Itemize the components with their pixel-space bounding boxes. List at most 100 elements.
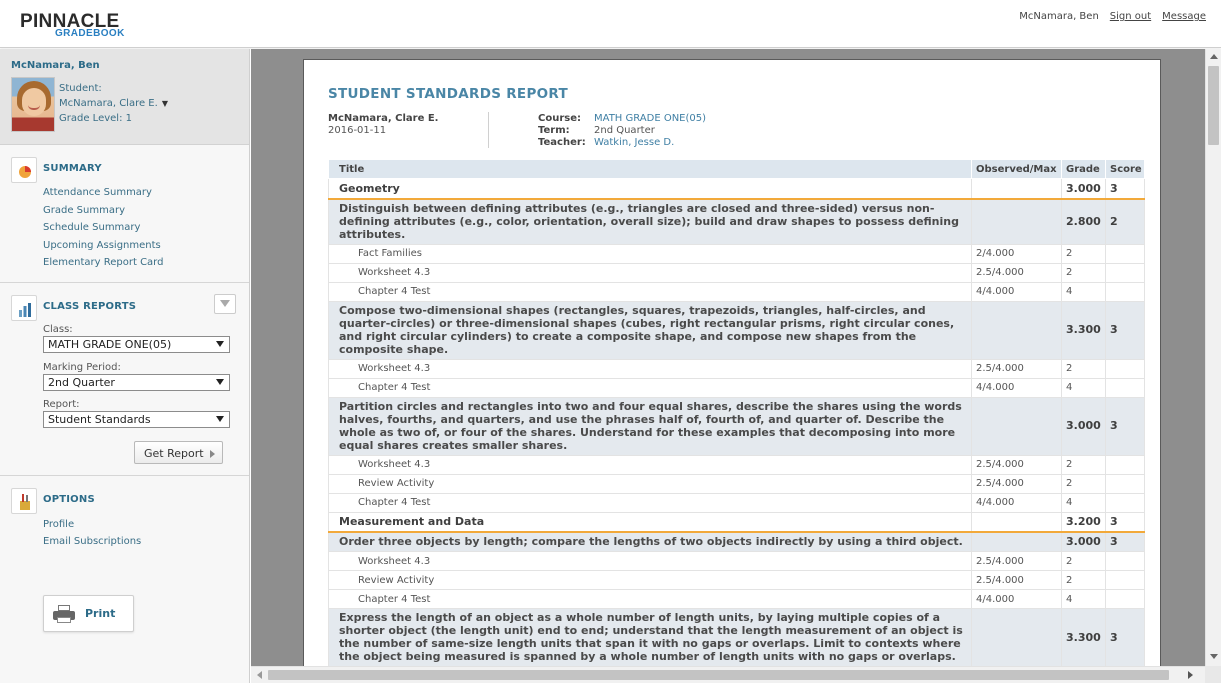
row-grade: 2 (1061, 262, 1106, 283)
vertical-scrollbar[interactable] (1205, 49, 1221, 666)
horizontal-scrollbar[interactable] (251, 666, 1205, 683)
summary-section: SUMMARY Attendance Summary Grade Summary… (0, 145, 249, 283)
class-label: Class: (43, 324, 73, 335)
get-report-button[interactable]: Get Report (134, 441, 223, 464)
standard-row: Partition circles and rectangles into tw… (328, 396, 1145, 456)
caret-down-icon (216, 341, 224, 347)
profile-link[interactable]: Profile (43, 519, 74, 530)
scroll-up-arrow-icon[interactable] (1210, 54, 1218, 59)
bar-chart-icon (11, 295, 37, 321)
row-title: Chapter 4 Test (328, 589, 972, 609)
row-title: Geometry (328, 178, 972, 200)
header-divider (488, 112, 489, 148)
row-score (1105, 492, 1145, 513)
row-observed: 2.5/4.000 (971, 454, 1062, 475)
scroll-down-arrow-icon[interactable] (1210, 654, 1218, 659)
class-select-value: MATH GRADE ONE(05) (48, 338, 172, 351)
student-avatar (11, 77, 55, 132)
row-title: Compose two-dimensional shapes (rectangl… (328, 300, 972, 360)
row-title: Worksheet 4.3 (328, 551, 972, 571)
row-observed (971, 300, 1062, 360)
column-header-score: Score (1105, 159, 1145, 179)
standard-row: Express the length of an object as a who… (328, 608, 1145, 666)
row-title: Review Activity (328, 570, 972, 590)
table-header-row: Title Observed/Max Grade Score (328, 159, 1145, 179)
logo-sub-text: GRADEBOOK (55, 28, 125, 39)
pinnacle-logo[interactable]: PINNACLE GRADEBOOK (20, 11, 130, 41)
row-observed (971, 396, 1062, 456)
class-select[interactable]: MATH GRADE ONE(05) (43, 336, 230, 353)
sign-out-link[interactable]: Sign out (1110, 11, 1151, 22)
row-observed (971, 531, 1062, 552)
summary-title: SUMMARY (43, 163, 102, 174)
standard-row: Compose two-dimensional shapes (rectangl… (328, 300, 1145, 360)
row-observed: 2.5/4.000 (971, 551, 1062, 571)
row-observed (971, 178, 1062, 200)
row-observed (971, 608, 1062, 666)
column-header-observed: Observed/Max (971, 159, 1062, 179)
assignment-row: Worksheet 4.3 2.5/4.000 2 (328, 358, 1145, 379)
header-user-name: McNamara, Ben (1019, 11, 1099, 22)
student-selector[interactable]: McNamara, Clare E. ▼ (59, 98, 168, 109)
collapse-toggle-button[interactable] (214, 294, 236, 314)
row-score (1105, 262, 1145, 283)
standards-table-body: Geometry 3.000 3 Distinguish between defini… (328, 178, 1145, 666)
caret-down-icon (216, 379, 224, 385)
pencil-cup-icon (11, 488, 37, 514)
report-select[interactable]: Student Standards (43, 411, 230, 428)
row-grade: 3.300 (1061, 300, 1106, 360)
pie-chart-icon (11, 157, 37, 183)
horizontal-scroll-thumb[interactable] (268, 670, 1169, 680)
row-grade: 2 (1061, 473, 1106, 494)
print-label: Print (85, 607, 116, 620)
standard-row: Order three objects by length; compare t… (328, 531, 1145, 552)
row-observed: 4/4.000 (971, 589, 1062, 609)
course-label: Course: (538, 113, 581, 124)
caret-down-icon (216, 416, 224, 422)
row-observed: 4/4.000 (971, 492, 1062, 513)
attendance-summary-link[interactable]: Attendance Summary (43, 187, 152, 198)
teacher-value[interactable]: Watkin, Jesse D. (594, 137, 674, 148)
class-reports-title: CLASS REPORTS (43, 301, 137, 312)
row-observed: 2.5/4.000 (971, 262, 1062, 283)
row-title: Partition circles and rectangles into tw… (328, 396, 972, 456)
report-student-name: McNamara, Clare E. (328, 113, 439, 124)
category-row: Measurement and Data 3.200 3 (328, 511, 1145, 533)
sidebar-user-name: McNamara, Ben (11, 60, 100, 71)
row-observed (971, 511, 1062, 533)
grade-level: Grade Level: 1 (59, 113, 132, 124)
sidebar: McNamara, Ben Student: McNamara, Clare E… (0, 49, 250, 683)
row-grade: 2 (1061, 454, 1106, 475)
row-observed: 4/4.000 (971, 281, 1062, 302)
elementary-report-card-link[interactable]: Elementary Report Card (43, 257, 163, 268)
email-subscriptions-link[interactable]: Email Subscriptions (43, 536, 141, 547)
assignment-row: Chapter 4 Test 4/4.000 4 (328, 589, 1145, 609)
print-button[interactable]: Print (43, 595, 134, 632)
message-link[interactable]: Message (1162, 11, 1206, 22)
assignment-row: Worksheet 4.3 2.5/4.000 2 (328, 551, 1145, 571)
scroll-left-arrow-icon[interactable] (257, 671, 262, 679)
row-grade: 4 (1061, 492, 1106, 513)
student-selector-value: McNamara, Clare E. (59, 98, 158, 109)
row-title: Chapter 4 Test (328, 492, 972, 513)
grade-summary-link[interactable]: Grade Summary (43, 205, 125, 216)
row-score (1105, 454, 1145, 475)
column-header-grade: Grade (1061, 159, 1106, 179)
row-grade: 2 (1061, 358, 1106, 379)
marking-period-select[interactable]: 2nd Quarter (43, 374, 230, 391)
row-score: 3 (1105, 531, 1145, 552)
assignment-row: Chapter 4 Test 4/4.000 4 (328, 377, 1145, 398)
row-observed: 2/4.000 (971, 243, 1062, 264)
assignment-row: Worksheet 4.3 2.5/4.000 2 (328, 262, 1145, 283)
row-observed: 4/4.000 (971, 377, 1062, 398)
row-title: Fact Families (328, 243, 972, 264)
row-grade: 2 (1061, 551, 1106, 571)
scroll-right-arrow-icon[interactable] (1188, 671, 1193, 679)
upcoming-assignments-link[interactable]: Upcoming Assignments (43, 240, 161, 251)
course-value[interactable]: MATH GRADE ONE(05) (594, 113, 706, 124)
row-grade: 4 (1061, 281, 1106, 302)
schedule-summary-link[interactable]: Schedule Summary (43, 222, 140, 233)
row-title: Chapter 4 Test (328, 281, 972, 302)
vertical-scroll-thumb[interactable] (1208, 66, 1219, 145)
row-observed: 2.5/4.000 (971, 473, 1062, 494)
